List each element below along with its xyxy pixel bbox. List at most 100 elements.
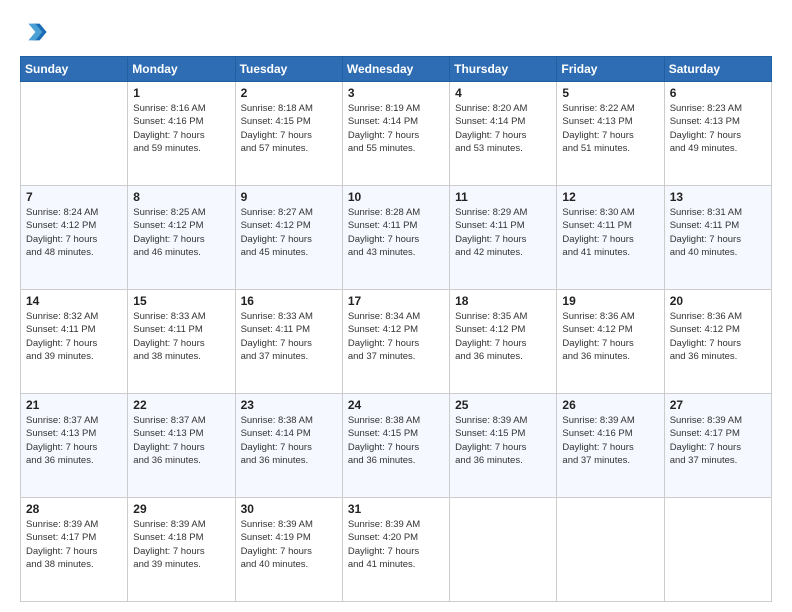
calendar-cell: 25Sunrise: 8:39 AMSunset: 4:15 PMDayligh… [450,394,557,498]
day-info: Sunrise: 8:24 AMSunset: 4:12 PMDaylight:… [26,206,122,259]
day-number: 20 [670,294,766,308]
calendar-cell: 24 Sunrise: 8:38 AMSunset: 4:15 PMDayligh… [342,394,449,498]
day-info: Sunrise: 8:39 AMSunset: 4:16 PMDaylight:… [562,414,658,467]
calendar-cell [557,498,664,602]
calendar-cell [664,498,771,602]
calendar-weekday-saturday: Saturday [664,57,771,82]
calendar-cell: 3 Sunrise: 8:19 AMSunset: 4:14 PMDaylight… [342,82,449,186]
day-info: Sunrise: 8:38 AMSunset: 4:15 PMDaylight:… [348,414,444,467]
day-number: 7 [26,190,122,204]
calendar-weekday-sunday: Sunday [21,57,128,82]
day-info: Sunrise: 8:34 AMSunset: 4:12 PMDaylight:… [348,310,444,363]
calendar-cell: 7 Sunrise: 8:24 AMSunset: 4:12 PMDaylight… [21,186,128,290]
calendar-weekday-wednesday: Wednesday [342,57,449,82]
calendar-cell: 9 Sunrise: 8:27 AMSunset: 4:12 PMDaylight… [235,186,342,290]
day-number: 22 [133,398,229,412]
day-number: 9 [241,190,337,204]
day-number: 11 [455,190,551,204]
calendar-cell [21,82,128,186]
day-info: Sunrise: 8:22 AMSunset: 4:13 PMDaylight:… [562,102,658,155]
day-number: 26 [562,398,658,412]
day-number: 30 [241,502,337,516]
calendar-cell: 11Sunrise: 8:29 AMSunset: 4:11 PMDayligh… [450,186,557,290]
calendar-cell: 26 Sunrise: 8:39 AMSunset: 4:16 PMDayligh… [557,394,664,498]
day-number: 21 [26,398,122,412]
day-info: Sunrise: 8:32 AMSunset: 4:11 PMDaylight:… [26,310,122,363]
calendar-cell: 4 Sunrise: 8:20 AMSunset: 4:14 PMDaylight… [450,82,557,186]
day-info: Sunrise: 8:39 AMSunset: 4:19 PMDaylight:… [241,518,337,571]
day-number: 31 [348,502,444,516]
calendar-week-1: 1Sunrise: 8:16 AMSunset: 4:16 PMDaylight… [21,82,772,186]
day-number: 5 [562,86,658,100]
day-number: 29 [133,502,229,516]
day-info: Sunrise: 8:33 AMSunset: 4:11 PMDaylight:… [241,310,337,363]
calendar-cell: 8 Sunrise: 8:25 AMSunset: 4:12 PMDaylight… [128,186,235,290]
day-number: 14 [26,294,122,308]
calendar-week-3: 14 Sunrise: 8:32 AMSunset: 4:11 PMDayligh… [21,290,772,394]
day-number: 8 [133,190,229,204]
calendar-cell: 12 Sunrise: 8:30 AMSunset: 4:11 PMDayligh… [557,186,664,290]
day-number: 15 [133,294,229,308]
logo-icon [20,18,48,46]
day-number: 12 [562,190,658,204]
day-info: Sunrise: 8:39 AMSunset: 4:17 PMDaylight:… [670,414,766,467]
day-info: Sunrise: 8:27 AMSunset: 4:12 PMDaylight:… [241,206,337,259]
header [20,18,772,46]
day-info: Sunrise: 8:23 AMSunset: 4:13 PMDaylight:… [670,102,766,155]
day-info: Sunrise: 8:38 AMSunset: 4:14 PMDaylight:… [241,414,337,467]
day-info: Sunrise: 8:39 AMSunset: 4:20 PMDaylight:… [348,518,444,571]
day-info: Sunrise: 8:20 AMSunset: 4:14 PMDaylight:… [455,102,551,155]
day-info: Sunrise: 8:18 AMSunset: 4:15 PMDaylight:… [241,102,337,155]
day-number: 18 [455,294,551,308]
calendar-cell: 6 Sunrise: 8:23 AMSunset: 4:13 PMDaylight… [664,82,771,186]
day-info: Sunrise: 8:35 AMSunset: 4:12 PMDaylight:… [455,310,551,363]
day-info: Sunrise: 8:37 AMSunset: 4:13 PMDaylight:… [133,414,229,467]
calendar-week-5: 28Sunrise: 8:39 AMSunset: 4:17 PMDayligh… [21,498,772,602]
calendar-cell: 28Sunrise: 8:39 AMSunset: 4:17 PMDayligh… [21,498,128,602]
day-info: Sunrise: 8:37 AMSunset: 4:13 PMDaylight:… [26,414,122,467]
day-number: 4 [455,86,551,100]
day-number: 16 [241,294,337,308]
day-number: 23 [241,398,337,412]
calendar-cell: 15 Sunrise: 8:33 AMSunset: 4:11 PMDayligh… [128,290,235,394]
calendar-cell: 13Sunrise: 8:31 AMSunset: 4:11 PMDayligh… [664,186,771,290]
day-info: Sunrise: 8:33 AMSunset: 4:11 PMDaylight:… [133,310,229,363]
calendar-cell: 30 Sunrise: 8:39 AMSunset: 4:19 PMDayligh… [235,498,342,602]
calendar-cell: 23 Sunrise: 8:38 AMSunset: 4:14 PMDayligh… [235,394,342,498]
calendar-cell: 10Sunrise: 8:28 AMSunset: 4:11 PMDayligh… [342,186,449,290]
calendar-weekday-thursday: Thursday [450,57,557,82]
calendar-cell: 18 Sunrise: 8:35 AMSunset: 4:12 PMDayligh… [450,290,557,394]
calendar-cell: 27Sunrise: 8:39 AMSunset: 4:17 PMDayligh… [664,394,771,498]
calendar-week-4: 21 Sunrise: 8:37 AMSunset: 4:13 PMDayligh… [21,394,772,498]
calendar-table: SundayMondayTuesdayWednesdayThursdayFrid… [20,56,772,602]
calendar-cell: 16 Sunrise: 8:33 AMSunset: 4:11 PMDayligh… [235,290,342,394]
calendar-cell: 22 Sunrise: 8:37 AMSunset: 4:13 PMDayligh… [128,394,235,498]
day-info: Sunrise: 8:39 AMSunset: 4:17 PMDaylight:… [26,518,122,571]
calendar-cell: 29Sunrise: 8:39 AMSunset: 4:18 PMDayligh… [128,498,235,602]
day-info: Sunrise: 8:16 AMSunset: 4:16 PMDaylight:… [133,102,229,155]
calendar-weekday-monday: Monday [128,57,235,82]
page: SundayMondayTuesdayWednesdayThursdayFrid… [0,0,792,612]
day-info: Sunrise: 8:36 AMSunset: 4:12 PMDaylight:… [562,310,658,363]
calendar-cell: 5 Sunrise: 8:22 AMSunset: 4:13 PMDaylight… [557,82,664,186]
day-number: 3 [348,86,444,100]
calendar-cell: 31 Sunrise: 8:39 AMSunset: 4:20 PMDayligh… [342,498,449,602]
calendar-weekday-tuesday: Tuesday [235,57,342,82]
calendar-cell [450,498,557,602]
day-number: 17 [348,294,444,308]
day-info: Sunrise: 8:39 AMSunset: 4:15 PMDaylight:… [455,414,551,467]
day-info: Sunrise: 8:25 AMSunset: 4:12 PMDaylight:… [133,206,229,259]
day-info: Sunrise: 8:30 AMSunset: 4:11 PMDaylight:… [562,206,658,259]
day-number: 10 [348,190,444,204]
day-number: 19 [562,294,658,308]
calendar-weekday-friday: Friday [557,57,664,82]
calendar-week-2: 7 Sunrise: 8:24 AMSunset: 4:12 PMDaylight… [21,186,772,290]
day-info: Sunrise: 8:19 AMSunset: 4:14 PMDaylight:… [348,102,444,155]
logo [20,18,52,46]
day-number: 6 [670,86,766,100]
calendar-cell: 17 Sunrise: 8:34 AMSunset: 4:12 PMDayligh… [342,290,449,394]
calendar-cell: 14 Sunrise: 8:32 AMSunset: 4:11 PMDayligh… [21,290,128,394]
day-number: 24 [348,398,444,412]
calendar-cell: 2Sunrise: 8:18 AMSunset: 4:15 PMDaylight… [235,82,342,186]
day-info: Sunrise: 8:31 AMSunset: 4:11 PMDaylight:… [670,206,766,259]
